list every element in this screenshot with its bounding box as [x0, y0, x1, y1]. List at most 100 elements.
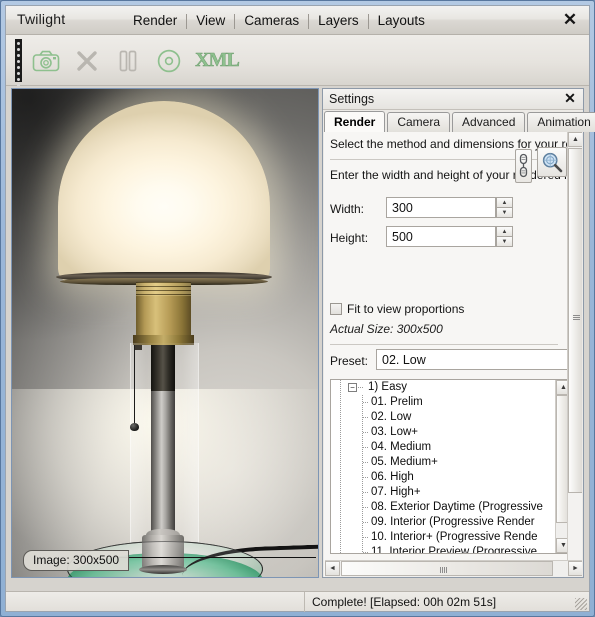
panel-vertical-scrollbar[interactable]: ▲ ▼	[567, 132, 582, 577]
preset-label: Preset:	[330, 354, 369, 368]
render-image-pane[interactable]: Image: 300x500	[11, 88, 319, 578]
width-stepper-up[interactable]: ▲	[496, 197, 513, 207]
menu-item-layers[interactable]: Layers	[309, 12, 368, 30]
tree-scroll-down-button[interactable]: ▼	[556, 538, 567, 553]
height-input[interactable]: 500	[386, 226, 496, 247]
tree-tick	[363, 417, 369, 418]
menu-item-layouts[interactable]: Layouts	[369, 12, 434, 30]
tree-item-high-plus[interactable]: 07. High+	[331, 485, 557, 500]
panel-horizontal-scrollbar[interactable]: ◄ ►	[325, 560, 582, 577]
tree-item-high[interactable]: 06. High	[331, 470, 557, 485]
panel-hscroll-thumb[interactable]	[341, 561, 553, 576]
lamp-pull-chain	[134, 345, 135, 425]
tree-tick	[363, 477, 369, 478]
preset-input[interactable]: 02. Low	[376, 349, 567, 370]
tab-animation-label: Animation	[537, 115, 591, 129]
record-button[interactable]	[149, 40, 188, 82]
tree-item-prelim[interactable]: 01. Prelim	[331, 395, 557, 410]
panel-scroll-left-button[interactable]: ◄	[325, 561, 340, 576]
settings-panel: Settings ✕ Render Camera Advanced Animat…	[322, 88, 595, 578]
width-input[interactable]: 300	[386, 197, 496, 218]
preset-tree[interactable]: − 1) Easy 01. Prelim 02. Low 03. Low+ 04…	[330, 379, 567, 554]
settings-tab-bar: Render Camera Advanced Animation▼	[324, 110, 595, 133]
tree-item-interior[interactable]: 09. Interior (Progressive Render	[331, 515, 557, 530]
section-divider-2	[330, 344, 558, 345]
menu-item-view[interactable]: View	[187, 12, 234, 30]
actual-size-text: Actual Size: 300x500	[330, 322, 443, 336]
lamp-chain-arm	[134, 345, 142, 350]
tree-group-easy-label: 1) Easy	[368, 381, 407, 393]
preview-zoom-button[interactable]	[537, 147, 567, 177]
status-bar: Complete! [Elapsed: 00h 02m 51s]	[6, 591, 589, 612]
caption-underline	[112, 557, 316, 558]
tree-item-interior-plus[interactable]: 10. Interior+ (Progressive Rende	[331, 530, 557, 545]
close-x-icon	[76, 50, 97, 71]
tree-item-low-plus[interactable]: 03. Low+	[331, 425, 557, 440]
render-button[interactable]	[26, 40, 65, 82]
settings-panel-title: Settings	[329, 92, 375, 106]
lock-aspect-ratio-button[interactable]	[515, 149, 532, 183]
menu-item-cameras[interactable]: Cameras	[235, 12, 308, 30]
resize-grip[interactable]	[575, 598, 587, 610]
tree-item-exterior-daytime[interactable]: 08. Exterior Daytime (Progressive	[331, 500, 557, 515]
tree-tick	[363, 507, 369, 508]
panel-scroll-right-button[interactable]: ►	[568, 561, 582, 576]
tree-item-medium-plus[interactable]: 05. Medium+	[331, 455, 557, 470]
width-label: Width:	[330, 202, 365, 216]
tree-group-easy[interactable]: − 1) Easy	[331, 380, 557, 395]
tree-item-interior-label: 09. Interior (Progressive Render	[371, 516, 535, 528]
tab-camera-label: Camera	[397, 115, 441, 129]
tree-scroll-thumb[interactable]	[556, 395, 567, 523]
tree-expander-collapse-icon[interactable]: −	[348, 383, 357, 392]
panel-scroll-thumb-grip	[573, 315, 580, 320]
fit-to-view-label: Fit to view proportions	[347, 302, 465, 316]
pause-icon	[119, 50, 136, 71]
fit-to-view-checkbox-row[interactable]: Fit to view proportions	[330, 302, 464, 316]
menu-item-render[interactable]: Render	[124, 12, 186, 30]
settings-panel-header: Settings ✕	[323, 89, 583, 110]
pause-render-button[interactable]	[108, 40, 147, 82]
panel-scroll-up-button[interactable]: ▲	[568, 132, 582, 147]
tree-item-medium-label: 04. Medium	[371, 441, 432, 453]
rendered-image	[12, 89, 318, 577]
tree-tick	[363, 432, 369, 433]
tab-render[interactable]: Render	[324, 111, 386, 133]
fit-to-view-checkbox[interactable]	[330, 303, 342, 315]
tree-tick	[363, 447, 369, 448]
tab-camera[interactable]: Camera	[387, 112, 451, 132]
settings-scroll-region: Select the method and dimensions for you…	[324, 132, 567, 577]
tree-scroll-up-button[interactable]: ▲	[556, 380, 567, 395]
toolbar-button-group: XML	[26, 38, 244, 83]
window-close-button[interactable]: ✕	[560, 10, 580, 30]
tab-advanced[interactable]: Advanced	[452, 112, 526, 132]
tree-tick	[363, 522, 369, 523]
width-stepper-down[interactable]: ▼	[496, 207, 513, 218]
window-client-area: Twilight Render View Cameras Layers Layo…	[5, 5, 595, 612]
tab-render-label: Render	[334, 115, 376, 129]
height-stepper-up[interactable]: ▲	[496, 226, 513, 236]
disc-icon	[157, 49, 180, 72]
menu-bar: Render View Cameras Layers Layouts	[124, 11, 434, 31]
application-window: Twilight Render View Cameras Layers Layo…	[0, 0, 595, 617]
tab-animation[interactable]: Animation▼	[527, 112, 595, 132]
panel-scroll-thumb[interactable]	[568, 148, 582, 493]
tree-tick	[363, 537, 369, 538]
xml-export-button[interactable]: XML	[190, 40, 244, 82]
height-stepper[interactable]: ▲ ▼	[496, 226, 513, 247]
toolbar-drag-handle[interactable]	[15, 39, 22, 99]
tree-item-medium[interactable]: 04. Medium	[331, 440, 557, 455]
status-separator	[304, 592, 305, 612]
width-stepper[interactable]: ▲ ▼	[496, 197, 513, 218]
tree-vertical-scrollbar[interactable]: ▲ ▼	[555, 380, 567, 553]
image-size-caption: Image: 300x500	[23, 550, 130, 571]
tree-item-interior-plus-label: 10. Interior+ (Progressive Rende	[371, 531, 538, 543]
stop-render-button[interactable]	[67, 40, 106, 82]
tree-item-interior-preview[interactable]: 11. Interior Preview (Progressive	[331, 545, 557, 553]
tree-tick	[363, 402, 369, 403]
height-stepper-down[interactable]: ▼	[496, 236, 513, 247]
settings-panel-body: Select the method and dimensions for you…	[324, 132, 582, 577]
lamp-rod-dark-section	[151, 345, 175, 391]
tree-item-low[interactable]: 02. Low	[331, 410, 557, 425]
settings-close-button[interactable]: ✕	[562, 90, 578, 106]
status-message: Complete! [Elapsed: 00h 02m 51s]	[312, 595, 497, 609]
